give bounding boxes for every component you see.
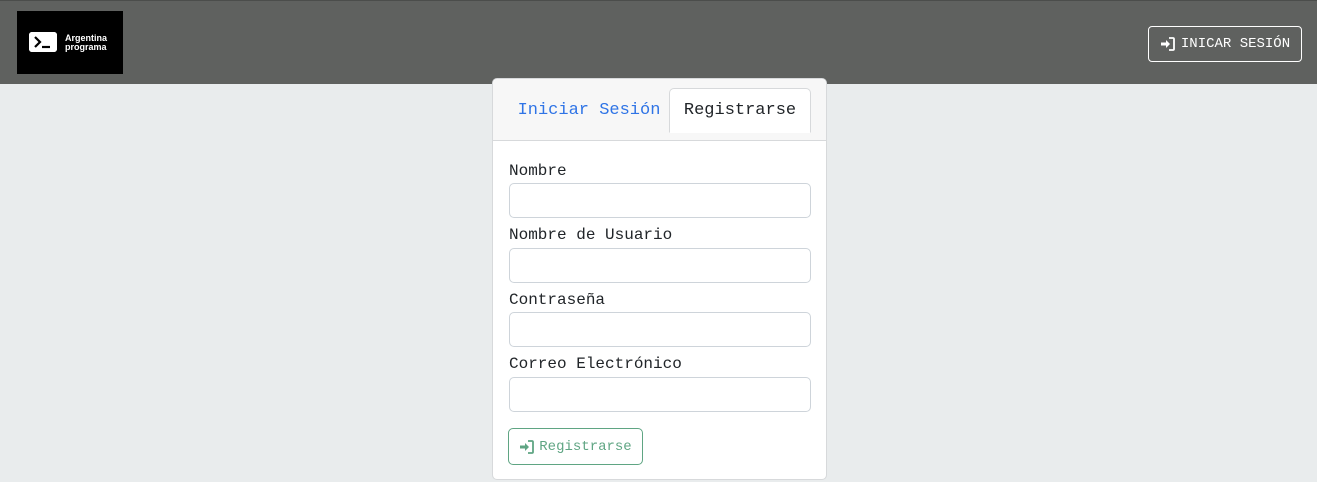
tab-login-label: Iniciar Sesión [517, 101, 661, 120]
logo-line2: programa [65, 42, 107, 52]
header-login-label: INICAR SESIÓN [1180, 36, 1291, 52]
correo-label: Correo Electrónico [509, 355, 682, 373]
nombre-input[interactable] [509, 183, 811, 218]
tab-login[interactable]: Iniciar Sesión [509, 88, 669, 133]
register-submit-button[interactable]: Registrarse [508, 428, 643, 465]
auth-card: Iniciar Sesión Registrarse Nombre Nombre… [492, 78, 827, 480]
navbar: Argentina programa INICAR SESIÓN [0, 0, 1317, 84]
auth-tabs: Iniciar Sesión Registrarse [493, 79, 826, 141]
nombre-usuario-label: Nombre de Usuario [509, 226, 673, 244]
sign-in-icon [519, 439, 535, 454]
argentina-programa-logo[interactable]: Argentina programa [17, 11, 123, 74]
nombre-usuario-input[interactable] [509, 248, 811, 283]
page-background: Argentina programa INICAR SESIÓN Iniciar… [0, 0, 1317, 482]
terminal-prompt-icon [29, 32, 57, 52]
tab-register-label: Registrarse [683, 101, 797, 120]
contrasena-label: Contraseña [509, 291, 606, 309]
logo-text: Argentina programa [65, 34, 107, 52]
nombre-label: Nombre [509, 162, 567, 180]
correo-input[interactable] [509, 377, 811, 412]
contrasena-input[interactable] [509, 312, 811, 347]
sign-in-icon [1160, 37, 1175, 51]
tab-register[interactable]: Registrarse [669, 88, 811, 133]
register-submit-label: Registrarse [539, 438, 632, 455]
header-login-button[interactable]: INICAR SESIÓN [1148, 26, 1302, 62]
